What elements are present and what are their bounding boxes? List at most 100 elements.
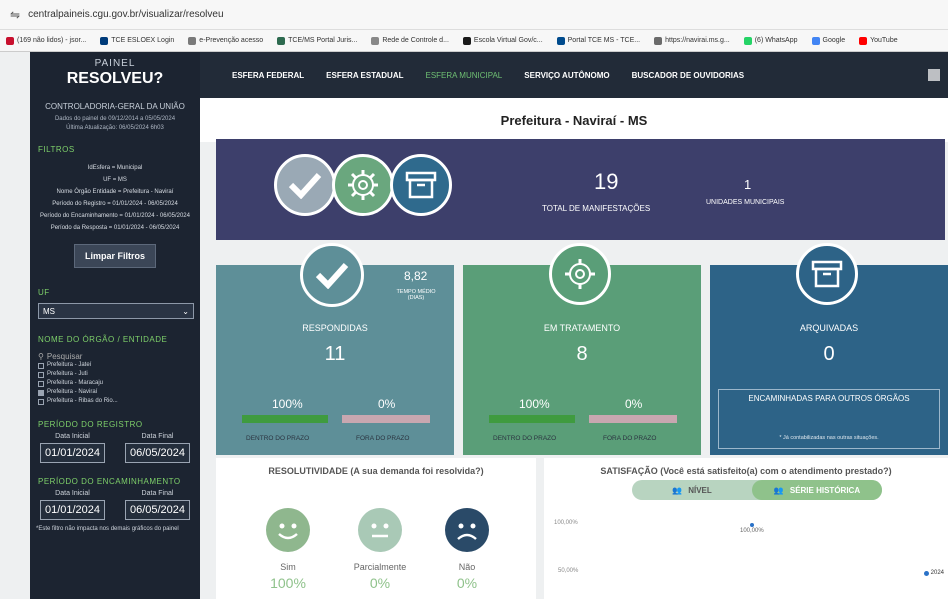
tratamento-fora-bar — [589, 415, 677, 423]
orgao-label: Prefeitura - Ribas do Rio... — [47, 398, 118, 404]
grid-icon[interactable] — [928, 69, 940, 81]
respondidas-fora-pct: 0% — [378, 397, 396, 411]
orgao-list[interactable]: Prefeitura - Jateí Prefeitura - Juti Prefe… — [38, 361, 192, 406]
bookmark-item[interactable]: Escola Virtual Gov/c... — [462, 36, 543, 45]
orgao-list-item[interactable]: Prefeitura - Jateí — [38, 361, 192, 370]
tratamento-fora-label: FORA DO PRAZO — [603, 435, 657, 442]
bookmark-favicon-icon — [556, 36, 565, 45]
bookmark-favicon-icon — [811, 36, 820, 45]
uf-select[interactable]: MS ⌄ — [38, 303, 194, 319]
search-input[interactable]: Pesquisar — [47, 352, 83, 361]
orgao-label: Prefeitura - Naviraí — [47, 389, 98, 395]
bookmark-favicon-icon — [100, 36, 109, 45]
orgao-label: Prefeitura - Maracaju — [47, 380, 104, 386]
orgao-list-item[interactable]: Prefeitura - Maracaju — [38, 379, 192, 388]
sidebar: PAINEL RESOLVEU? CONTROLADORIA-GERAL DA … — [30, 52, 200, 599]
orgao-list-item[interactable]: Prefeitura - Ribas do Rio... — [38, 397, 192, 406]
arquivadas-title: ARQUIVADAS — [799, 323, 859, 333]
orgao-list-item[interactable]: Prefeitura - Juti — [38, 370, 192, 379]
archive-icon — [390, 154, 452, 216]
bookmark-item[interactable]: TCE/MS Portal Juris... — [277, 36, 358, 45]
checkbox[interactable] — [38, 371, 44, 378]
chevron-down-icon: ⌄ — [182, 306, 189, 316]
bookmarks-bar: (169 não lidos) - jsor... TCE ESLOEX Logi… — [0, 30, 948, 52]
nao-label: Não — [458, 562, 476, 572]
legend-label: 2024 — [930, 570, 944, 576]
uf-heading: UF — [38, 288, 50, 297]
site-info-icon[interactable]: ⇋ — [10, 8, 20, 22]
clear-filters-button[interactable]: Limpar Filtros — [74, 244, 156, 268]
bookmark-item[interactable]: Rede de Controle d... — [371, 36, 449, 45]
respondidas-title: RESPONDIDAS — [302, 323, 368, 333]
bookmark-item[interactable]: (6) WhatsApp — [743, 36, 798, 45]
bookmark-label: e-Prevenção acesso — [199, 37, 264, 44]
bookmark-item[interactable]: Google — [811, 36, 846, 45]
enc-end-input[interactable]: 06/05/2024 — [124, 500, 191, 520]
checkbox[interactable] — [38, 362, 44, 369]
enc-start-input[interactable]: 01/01/2024 — [39, 500, 106, 520]
resolutividade-title: RESOLUTIVIDADE (A sua demanda foi resolv… — [268, 466, 484, 476]
tratamento-dentro-pct: 100% — [519, 397, 550, 411]
sim-label: Sim — [280, 562, 296, 572]
satisfacao-point[interactable] — [750, 523, 754, 527]
smile-face-icon — [266, 508, 310, 552]
tratamento-dentro-bar — [489, 415, 575, 423]
sim-pct: 100% — [270, 575, 306, 591]
tab-0[interactable]: ESFERA FEDERAL — [232, 71, 304, 80]
bookmark-label: Google — [822, 37, 846, 44]
bookmark-favicon-icon — [462, 36, 471, 45]
url-text: centralpaineis.cgu.gov.br/visualizar/res… — [28, 9, 224, 20]
active-filter-item: Período da Resposta = 01/01/2024 - 06/05… — [50, 225, 180, 231]
bookmark-favicon-icon — [188, 36, 197, 45]
bookmark-label: TCE/MS Portal Juris... — [288, 37, 358, 44]
checkbox[interactable] — [38, 380, 44, 387]
nivel-tab[interactable]: 👥 NÍVEL — [632, 480, 752, 500]
serie-tab[interactable]: 👥 SÉRIE HISTÓRICA — [752, 480, 882, 500]
checkbox[interactable] — [38, 398, 44, 405]
legend: 2024 — [923, 570, 944, 576]
respondidas-fora-bar — [342, 415, 430, 423]
bookmark-item[interactable]: Portal TCE MS - TCE... — [556, 36, 640, 45]
active-filter-item: Nome Órgão Entidade = Prefeitura - Navir… — [56, 189, 174, 195]
tab-1[interactable]: ESFERA ESTADUAL — [326, 71, 403, 80]
address-bar[interactable]: ⇋ centralpaineis.cgu.gov.br/visualizar/r… — [0, 0, 948, 30]
active-filter-item: Período do Encaminhamento = 01/01/2024 -… — [40, 213, 190, 219]
tratamento-dentro-label: DENTRO DO PRAZO — [493, 435, 557, 442]
total-count: 19 — [594, 169, 619, 194]
bookmark-item[interactable]: YouTube — [859, 36, 898, 45]
filter-note: *Este filtro não impacta nos demais gráf… — [36, 526, 179, 532]
tab-2[interactable]: ESFERA MUNICIPAL — [426, 71, 503, 80]
bookmark-item[interactable]: https://navirai.ms.g... — [654, 36, 730, 45]
parcialmente-label: Parcialmente — [353, 562, 407, 572]
bookmark-item[interactable]: TCE ESLOEX Login — [100, 36, 174, 45]
orgao-label: Prefeitura - Juti — [47, 371, 88, 377]
bookmark-favicon-icon — [277, 36, 286, 45]
data-range-text: Dados do painel de 09/12/2014 a 05/05/20… — [54, 116, 176, 122]
group-icon: 👥 — [672, 485, 683, 495]
respondidas-card: 8,82 TEMPO MÉDIO (DIAS) RESPONDIDAS 11 1… — [216, 243, 454, 455]
satisfacao-panel: SATISFAÇÃO (Você está satisfeito(a) com … — [544, 458, 948, 599]
bookmark-item[interactable]: e-Prevenção acesso — [188, 36, 264, 45]
app-title: RESOLVEU? — [66, 70, 164, 87]
y-axis-50: 50,00% — [558, 568, 579, 574]
encaminhadas-box: ENCAMINHADAS PARA OUTROS ÓRGÃOS * Já con… — [718, 389, 940, 449]
checked-checkbox[interactable] — [38, 389, 44, 396]
satisfacao-toggle[interactable]: 👥 NÍVEL 👥 SÉRIE HISTÓRICA — [632, 480, 882, 500]
check-icon — [274, 154, 336, 216]
registro-end-input[interactable]: 06/05/2024 — [124, 443, 191, 463]
orgao-list-item[interactable]: Prefeitura - Naviraí — [38, 388, 192, 397]
bookmark-label: (169 não lidos) - jsor... — [17, 37, 87, 44]
top-nav: ESFERA FEDERAL ESFERA ESTADUAL ESFERA MUNI… — [200, 52, 948, 98]
bookmark-label: YouTube — [870, 37, 898, 44]
bookmark-item[interactable]: (169 não lidos) - jsor... — [6, 36, 87, 45]
enc-start-label: Data Inicial — [55, 490, 90, 497]
uf-select-value: MS — [43, 306, 55, 316]
tab-4[interactable]: BUSCADOR DE OUVIDORIAS — [632, 71, 744, 80]
registro-start-input[interactable]: 01/01/2024 — [39, 443, 106, 463]
page-title: Prefeitura - Naviraí - MS — [200, 98, 948, 142]
bookmark-label: https://navirai.ms.g... — [665, 37, 730, 44]
tab-3[interactable]: SERVIÇO AUTÔNOMO — [524, 71, 609, 80]
orgao-search[interactable]: ⚲ Pesquisar — [38, 352, 192, 361]
bookmark-label: Rede de Controle d... — [382, 37, 449, 44]
legend-dot — [923, 570, 929, 576]
